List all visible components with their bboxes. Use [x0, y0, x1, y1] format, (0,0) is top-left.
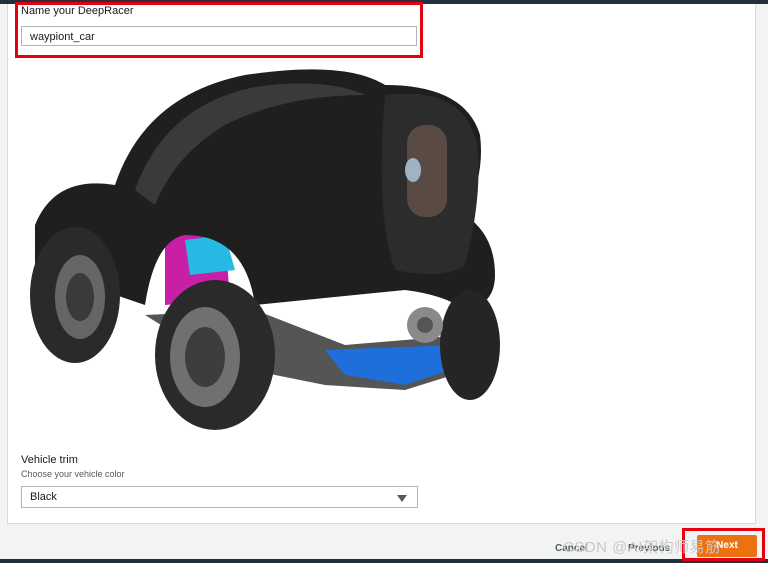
car-preview-image [25, 65, 515, 440]
vehicle-trim-select[interactable]: Black [21, 486, 418, 508]
caret-down-icon [397, 495, 407, 502]
watermark: CSDN @AI架构师易筋 [563, 539, 721, 556]
bottom-bar [0, 559, 768, 563]
name-field-highlight [15, 2, 423, 58]
vehicle-trim-description: Choose your vehicle color [21, 469, 125, 479]
vehicle-trim-heading: Vehicle trim [21, 454, 78, 466]
vehicle-trim-value: Black [30, 491, 57, 503]
